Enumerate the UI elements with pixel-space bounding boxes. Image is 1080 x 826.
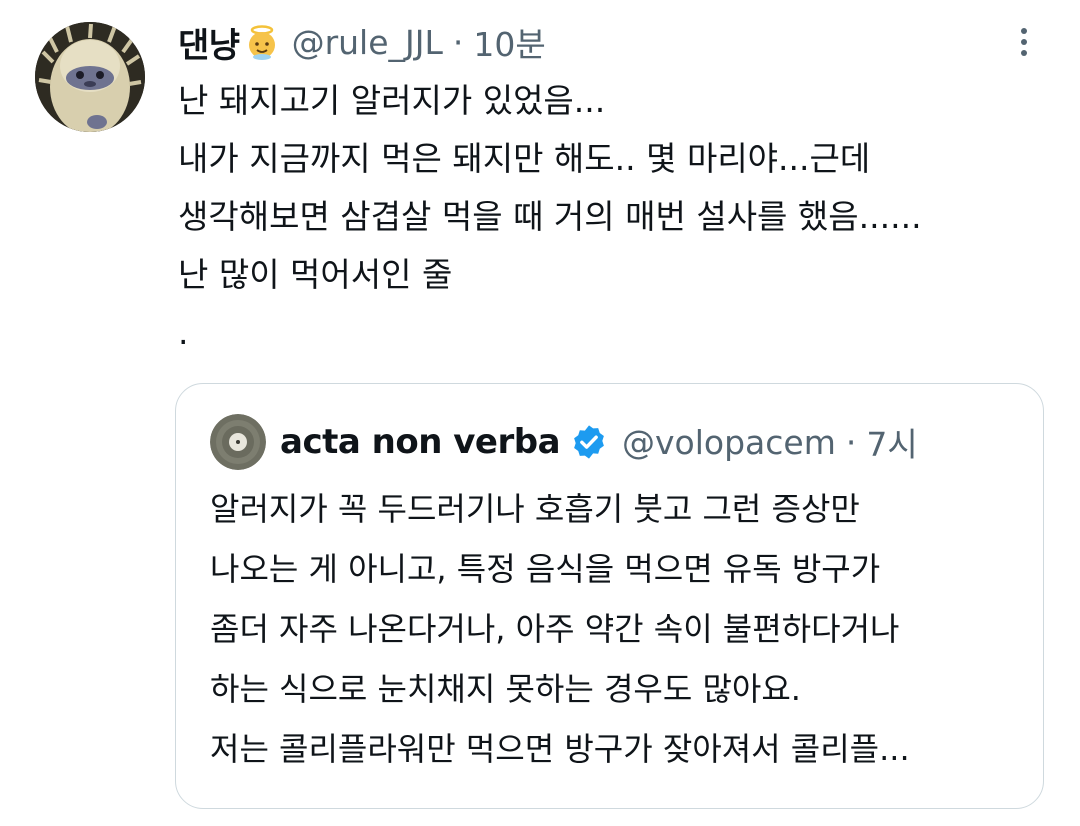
tweet-text-line: . — [178, 313, 189, 352]
tweet-text-line: 난 돼지고기 알러지가 있었음... — [178, 81, 606, 120]
vinyl-record-icon — [210, 414, 266, 470]
tweet[interactable]: 댄냥 @rule_JJL · 10분 난 돼지고기 알러지가 있었음... 내가… — [0, 0, 1080, 826]
handle[interactable]: @rule_JJL — [292, 23, 443, 62]
quoted-tweet-text: 알러지가 꼭 두드러기나 호흡기 붓고 그런 증상만 나오는 게 아니고, 특정… — [210, 479, 1020, 779]
quoted-avatar[interactable] — [210, 414, 266, 470]
quoted-text-line: 좀더 자주 나온다거나, 아주 약간 속이 불편하다거나 — [210, 610, 900, 648]
quoted-timestamp[interactable]: 7시 — [866, 418, 917, 466]
separator-dot: · — [452, 22, 464, 62]
more-vertical-icon — [1021, 28, 1027, 34]
quoted-text-line: 저는 콜리플라워만 먹으면 방구가 잦아져서 콜리플... — [210, 730, 910, 768]
quoted-handle[interactable]: @volopacem — [622, 423, 836, 462]
tweet-header: 댄냥 @rule_JJL · 10분 — [178, 14, 546, 70]
avatar[interactable] — [35, 22, 145, 132]
quoted-tweet-card[interactable]: acta non verba @volopacem · 7시 알러지가 꼭 두드… — [175, 383, 1044, 809]
display-name[interactable]: 댄냥 — [178, 18, 240, 67]
tweet-text-line: 난 많이 먹어서인 줄 — [178, 255, 453, 294]
more-options-button[interactable] — [1004, 22, 1044, 62]
baby-angel-emoji-icon — [244, 24, 280, 60]
avatar-image — [35, 22, 145, 132]
more-dot — [1021, 50, 1027, 56]
tweet-text-line: 생각해보면 삼겹살 먹을 때 거의 매번 설사를 했음...... — [178, 197, 922, 236]
separator-dot: · — [845, 422, 857, 462]
quoted-text-line: 나오는 게 아니고, 특정 음식을 먹으면 유독 방구가 — [210, 550, 881, 588]
quoted-display-name[interactable]: acta non verba — [280, 422, 561, 462]
tweet-text-line: 내가 지금까지 먹은 돼지만 해도.. 몇 마리야...근데 — [178, 139, 871, 178]
quoted-tweet-header: acta non verba @volopacem · 7시 — [210, 412, 918, 472]
tweet-text: 난 돼지고기 알러지가 있었음... 내가 지금까지 먹은 돼지만 해도.. 몇… — [178, 72, 1038, 362]
quoted-text-line: 알러지가 꼭 두드러기나 호흡기 붓고 그런 증상만 — [210, 490, 860, 528]
more-dot — [1021, 39, 1027, 45]
timestamp[interactable]: 10분 — [473, 18, 545, 66]
quoted-text-line: 하는 식으로 눈치채지 못하는 경우도 많아요. — [210, 670, 801, 708]
verified-badge-icon — [570, 423, 608, 461]
